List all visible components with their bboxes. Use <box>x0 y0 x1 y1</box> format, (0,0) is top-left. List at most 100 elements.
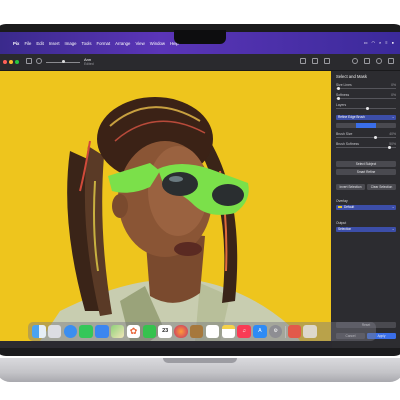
brush-mode-subtract[interactable] <box>376 123 396 128</box>
overlay-label: Overlay <box>336 199 348 203</box>
music-icon[interactable]: ♫ <box>237 324 251 339</box>
brush-softness-row: Brush Softness 50% <box>336 142 396 150</box>
overlay-color-swatch <box>338 205 342 209</box>
overlay-select[interactable]: Default ⌄ <box>336 205 396 210</box>
document-title: Ann Edited <box>84 57 94 67</box>
menu-file[interactable]: File <box>24 41 31 46</box>
brush-mode-segment <box>336 123 396 128</box>
smart-refine-button[interactable]: Smart Refine <box>336 169 396 175</box>
brush-softness-label: Brush Softness <box>336 142 359 146</box>
softness-slider-knob[interactable] <box>337 96 340 100</box>
chevron-down-icon: ⌄ <box>391 115 395 119</box>
portrait-photo <box>40 97 300 341</box>
folder-icon[interactable] <box>287 324 302 339</box>
menu-tools[interactable]: Tools <box>82 41 92 46</box>
reminders-icon[interactable] <box>205 324 220 339</box>
crop-icon[interactable] <box>312 58 318 64</box>
size-row: Size Lines 0% <box>336 83 396 91</box>
menu-edit[interactable]: Edit <box>36 41 43 46</box>
trash-icon[interactable] <box>303 324 317 339</box>
size-slider[interactable] <box>336 88 396 89</box>
inspector-sidebar: Select and Mask Size Lines 0% Softness 0… <box>332 71 400 348</box>
layers-row: Layers <box>336 103 396 111</box>
output-label: Output <box>336 221 347 225</box>
camera-notch <box>174 30 226 44</box>
softness-value: 0% <box>391 93 396 97</box>
calendar-icon[interactable]: 23 <box>158 324 172 339</box>
laptop-opening-notch <box>163 358 237 363</box>
minimize-window-button[interactable] <box>9 60 13 64</box>
panel-title: Select and Mask <box>336 74 367 79</box>
photos-icon[interactable]: ✿ <box>126 324 141 339</box>
brush-size-slider[interactable] <box>336 137 396 138</box>
facetime-icon[interactable] <box>142 324 157 339</box>
launchpad-icon[interactable] <box>47 324 62 339</box>
maps-icon[interactable] <box>110 324 125 339</box>
menu-format[interactable]: Format <box>97 41 111 46</box>
brush-size-value: 40% <box>389 132 396 136</box>
softness-row: Softness 0% <box>336 93 396 101</box>
adjust-icon[interactable] <box>324 58 330 64</box>
system-settings-icon[interactable]: ⚙ <box>268 324 283 339</box>
chevron-down-icon: ⌄ <box>391 205 395 209</box>
pixelmator-icon[interactable] <box>174 324 188 339</box>
output-select[interactable]: Selection ⌄ <box>336 227 396 232</box>
notes-brown-icon[interactable] <box>189 324 204 339</box>
brush-size-label: Brush Size <box>336 132 353 136</box>
menu-app[interactable]: Pix <box>13 41 19 46</box>
sidebar-toggle-icon[interactable] <box>26 58 32 64</box>
layers-slider-knob[interactable] <box>366 106 369 110</box>
messages-icon[interactable] <box>79 324 93 339</box>
photos-flower-icon: ✿ <box>129 325 138 336</box>
safari-icon[interactable] <box>63 324 78 339</box>
share-icon[interactable] <box>300 58 306 64</box>
zoom-out-icon[interactable] <box>36 58 42 64</box>
menu-arrange[interactable]: Arrange <box>115 41 130 46</box>
calendar-day: 23 <box>162 327 169 334</box>
zoom-window-button[interactable] <box>15 60 19 64</box>
softness-slider[interactable] <box>336 98 396 99</box>
style-icon[interactable] <box>376 58 382 64</box>
siri-icon[interactable]: ● <box>392 40 394 45</box>
menu-window[interactable]: Window <box>150 41 165 46</box>
size-slider-knob[interactable] <box>337 86 340 90</box>
close-window-button[interactable] <box>3 60 7 64</box>
app-toolbar: Ann Edited <box>0 54 400 71</box>
refine-mode-select[interactable]: Refine Edge Brush ⌄ <box>336 115 396 120</box>
invert-selection-button[interactable]: Invert Selection <box>336 184 365 190</box>
dock-separator <box>284 325 286 338</box>
search-icon[interactable]: ⌕ <box>379 40 381 45</box>
battery-icon[interactable]: ▭ <box>364 40 368 45</box>
menu-extras: ▭ ◠ ⌕ ≡ ● <box>364 40 394 45</box>
brush-softness-slider[interactable] <box>336 147 396 148</box>
select-subject-button[interactable]: Select Subject <box>336 161 396 167</box>
share-export-icon[interactable] <box>388 58 394 64</box>
finder-icon[interactable] <box>32 324 46 339</box>
menu-view[interactable]: View <box>135 41 144 46</box>
screen: Pix File Edit Insert Image Tools Format … <box>0 32 400 348</box>
dock: ✿ 23 ♫ A ⚙ <box>28 322 376 341</box>
info-icon[interactable] <box>352 58 358 64</box>
brush-softness-slider-knob[interactable] <box>388 145 391 149</box>
brush-size-slider-knob[interactable] <box>374 135 377 139</box>
menu-insert[interactable]: Insert <box>49 41 60 46</box>
wifi-icon[interactable]: ◠ <box>371 40 375 45</box>
zoom-slider-knob[interactable] <box>62 59 65 63</box>
refine-mode-value: Refine Edge Brush <box>338 115 365 119</box>
clear-selection-button[interactable]: Clear Selection <box>367 184 396 190</box>
brush-mode-refine[interactable] <box>356 123 376 128</box>
chevron-down-icon: ⌄ <box>391 227 395 231</box>
output-value: Selection <box>338 227 352 231</box>
control-center-icon[interactable]: ≡ <box>385 40 387 45</box>
notes-icon[interactable] <box>221 324 236 339</box>
overlay-value: Default <box>344 205 355 209</box>
brush-mode-add[interactable] <box>336 123 356 128</box>
layers-label: Layers <box>336 103 347 107</box>
app-store-icon[interactable]: A <box>253 324 267 339</box>
effects-icon[interactable] <box>364 58 370 64</box>
mail-icon[interactable] <box>95 324 109 339</box>
laptop-frame: Pix File Edit Insert Image Tools Format … <box>0 0 400 400</box>
menu-image[interactable]: Image <box>65 41 77 46</box>
image-canvas[interactable] <box>0 71 331 341</box>
document-status: Edited <box>84 62 94 66</box>
